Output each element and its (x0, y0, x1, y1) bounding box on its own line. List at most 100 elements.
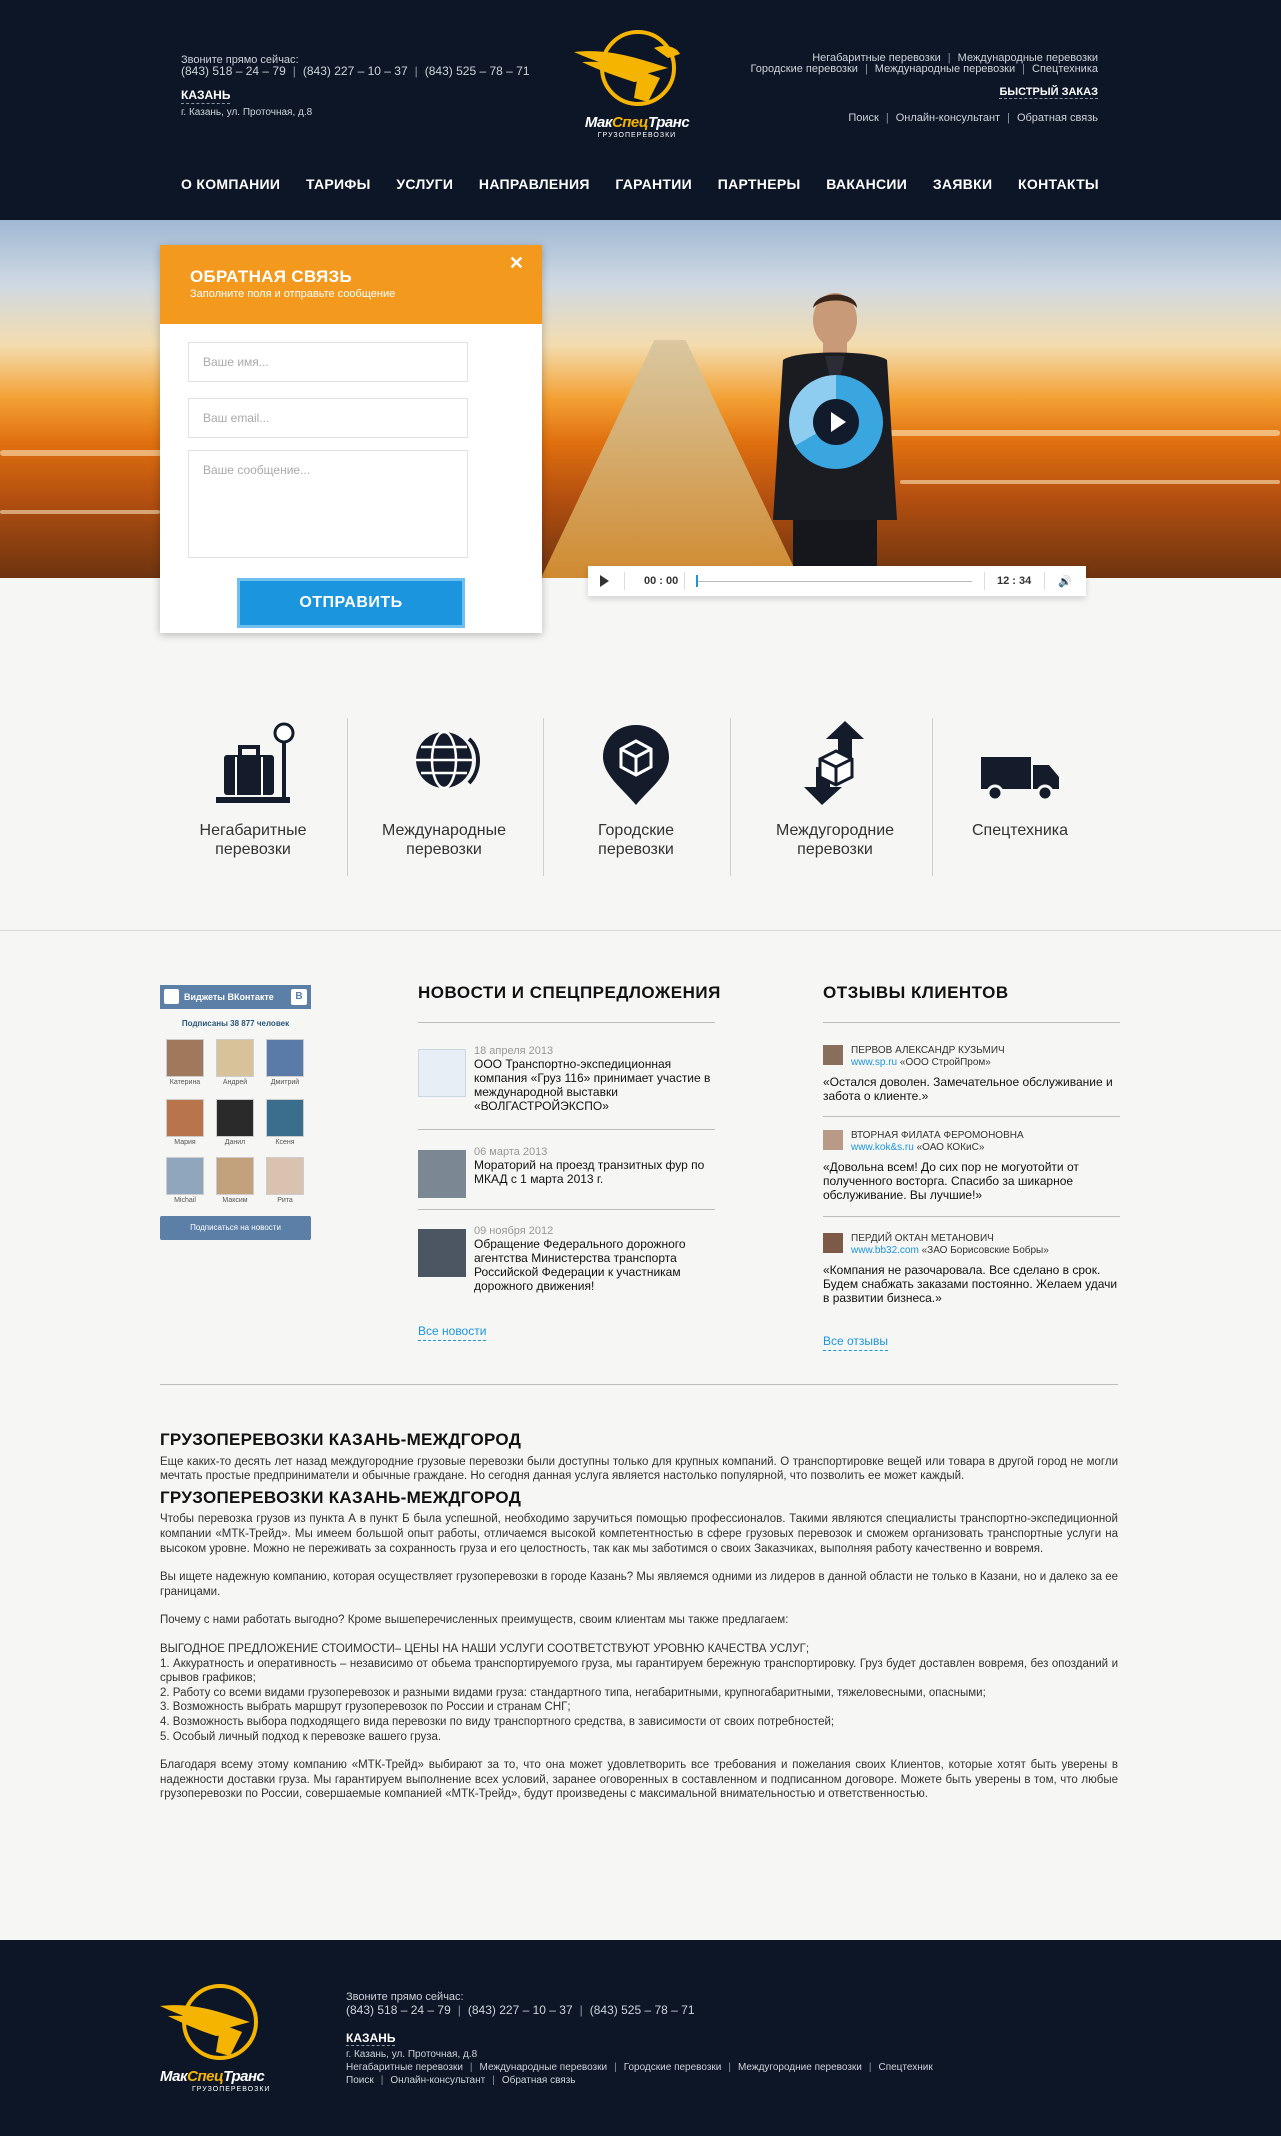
player-play-icon[interactable] (600, 575, 609, 587)
vk-subscribe-button[interactable]: Подписаться на новости (160, 1216, 311, 1240)
volume-icon[interactable]: 🔊 (1058, 575, 1072, 588)
seo-paragraph: Почему с нами работать выгодно? Кроме вы… (160, 1614, 789, 1627)
phone-3[interactable]: (843) 525 – 78 – 71 (590, 2003, 695, 2017)
vk-user[interactable]: Michail (165, 1157, 205, 1204)
news-text[interactable]: Обращение Федерального дорожного агентст… (474, 1237, 718, 1293)
quick-order-link[interactable]: БЫСТРЫЙ ЗАКАЗ (999, 86, 1098, 99)
seo-text-block: ГРУЗОПЕРЕВОЗКИ КАЗАНЬ-МЕЖДГОРОД Еще каки… (160, 1431, 1118, 1802)
reviewer-name: ВТОРНАЯ ФИЛАТА ФЕРОМОНОВНА (851, 1130, 1024, 1141)
phone-3[interactable]: (843) 525 – 78 – 71 (425, 64, 530, 78)
divider (347, 718, 348, 876)
service-international[interactable]: Международные перевозки (374, 715, 514, 875)
footer-logo[interactable]: МакСпецТранс ГРУЗОПЕРЕВОЗКИ (160, 1982, 298, 2100)
service-label: перевозки (598, 841, 674, 858)
avatar (166, 1099, 204, 1137)
service-intercity[interactable]: Междугородние перевозки (764, 715, 906, 875)
section-divider (0, 930, 1281, 931)
reviewer-site-link[interactable]: www.sp.ru (851, 1057, 897, 1068)
vk-user[interactable]: Ксеня (265, 1099, 305, 1146)
vk-user[interactable]: Мария (165, 1099, 205, 1146)
vk-user[interactable]: Максим (215, 1157, 255, 1204)
nav-requests[interactable]: ЗАЯВКИ (933, 176, 992, 192)
reviewer-site-link[interactable]: www.bb32.com (851, 1245, 919, 1256)
divider (418, 1129, 715, 1130)
review-item: ПЕРВОВ АЛЕКСАНДР КУЗЬМИЧ www.sp.ru «ООО … (823, 1045, 1121, 1105)
player-seek-track[interactable] (696, 581, 972, 582)
nav-guarantees[interactable]: ГАРАНТИИ (615, 176, 692, 192)
service-city[interactable]: Городские перевозки (566, 715, 706, 875)
city-selector[interactable]: КАЗАНЬ (181, 88, 231, 104)
nav-about[interactable]: О КОМПАНИИ (181, 176, 280, 192)
nav-partners[interactable]: ПАРТНЕРЫ (718, 176, 801, 192)
news-text[interactable]: ООО Транспортно-экспедиционная компания … (474, 1057, 718, 1113)
avatar (216, 1099, 254, 1137)
vk-user[interactable]: Данил (215, 1099, 255, 1146)
phone-2[interactable]: (843) 227 – 10 – 37 (303, 64, 408, 78)
player-seek-handle[interactable] (696, 575, 698, 587)
service-label: перевозки (406, 841, 482, 858)
send-button[interactable]: ОТПРАВИТЬ (237, 578, 465, 628)
nav-tariffs[interactable]: ТАРИФЫ (306, 176, 371, 192)
avatar (166, 1039, 204, 1077)
all-news-link[interactable]: Все новости (418, 1324, 487, 1341)
link-city[interactable]: Городские перевозки (751, 63, 858, 75)
vk-user[interactable]: Рита (265, 1157, 305, 1204)
footer-link-international[interactable]: Международные перевозки (480, 2062, 608, 2073)
vk-user[interactable]: Дмитрий (265, 1039, 305, 1086)
news-item[interactable]: 06 марта 2013 Мораторий на проезд транзи… (418, 1146, 718, 1198)
news-text[interactable]: Мораторий на проезд транзитных фур по МК… (474, 1158, 718, 1186)
phone-1[interactable]: (843) 518 – 24 – 79 (181, 64, 286, 78)
link-search[interactable]: Поиск (848, 112, 878, 124)
footer-link-feedback[interactable]: Обратная связь (502, 2075, 576, 2086)
news-thumbnail (418, 1049, 466, 1097)
feedback-form: ОБРАТНАЯ СВЯЗЬ Заполните поля и отправьт… (160, 245, 542, 633)
logo-wordmark: МакСпецТранс (584, 114, 690, 131)
email-field[interactable] (188, 398, 468, 438)
service-special-equipment[interactable]: Спецтехника (955, 715, 1085, 875)
link-international-2[interactable]: Международные перевозки (875, 63, 1015, 75)
nav-services[interactable]: УСЛУГИ (396, 176, 453, 192)
service-label: Международные (381, 822, 506, 839)
phone-2[interactable]: (843) 227 – 10 – 37 (468, 2003, 573, 2017)
footer-link-online-consultant[interactable]: Онлайн-консультант (390, 2075, 485, 2086)
avatar (166, 1157, 204, 1195)
news-item[interactable]: 18 апреля 2013 ООО Транспортно-экспедици… (418, 1045, 716, 1115)
service-oversized[interactable]: Негабаритные перевозки (186, 715, 320, 875)
footer-link-city[interactable]: Городские перевозки (624, 2062, 722, 2073)
news-item[interactable]: 09 ноября 2012 Обращение Федерального до… (418, 1225, 716, 1297)
feedback-form-header: ОБРАТНАЯ СВЯЗЬ Заполните поля и отправьт… (160, 245, 542, 324)
phone-1[interactable]: (843) 518 – 24 – 79 (346, 2003, 451, 2017)
footer-phone-list: (843) 518 – 24 – 79 | (843) 227 – 10 – 37 |… (346, 2003, 695, 2017)
nav-vacancies[interactable]: ВАКАНСИИ (826, 176, 907, 192)
name-field[interactable] (188, 342, 468, 382)
seo-list-item: 1. Аккуратность и оперативность – незави… (160, 1657, 1118, 1685)
site-footer: МакСпецТранс ГРУЗОПЕРЕВОЗКИ Звоните прям… (0, 1940, 1281, 2136)
vk-subscriber-count: Подписаны 38 877 человек (181, 1019, 290, 1028)
vk-user[interactable]: Андрей (215, 1039, 255, 1086)
footer-link-oversized[interactable]: Негабаритные перевозки (346, 2062, 463, 2073)
close-icon[interactable]: ✕ (509, 253, 524, 274)
link-special-equipment[interactable]: Спецтехника (1032, 63, 1098, 75)
seo-list-item: 2. Работу со всеми видами грузоперевозок… (160, 1686, 986, 1699)
nav-contacts[interactable]: КОНТАКТЫ (1018, 176, 1099, 192)
vk-user[interactable]: Катерина (165, 1039, 205, 1086)
reviewer-site-link[interactable]: www.kok&s.ru (851, 1142, 914, 1153)
phone-list: (843) 518 – 24 – 79 | (843) 227 – 10 – 37 |… (181, 64, 530, 78)
seo-paragraph: Вы ищете надежную компанию, которая осущ… (160, 1571, 1118, 1598)
site-logo[interactable]: МакСпецТранс ГРУЗОПЕРЕВОЗКИ (568, 28, 706, 146)
message-field[interactable] (188, 450, 468, 558)
video-play-button[interactable] (789, 375, 883, 469)
link-online-consultant[interactable]: Онлайн-консультант (896, 112, 1000, 124)
footer-link-search[interactable]: Поиск (346, 2075, 374, 2086)
footer-link-intercity[interactable]: Междугородние перевозки (738, 2062, 862, 2073)
divider (823, 1022, 1120, 1023)
footer-city[interactable]: КАЗАНЬ (346, 2031, 396, 2046)
link-feedback[interactable]: Обратная связь (1017, 112, 1098, 124)
footer-link-special[interactable]: Спецтехник (878, 2062, 932, 2073)
all-reviews-link[interactable]: Все отзывы (823, 1334, 889, 1351)
play-icon (813, 399, 859, 445)
news-thumbnail (418, 1150, 466, 1198)
nav-directions[interactable]: НАПРАВЛЕНИЯ (479, 176, 590, 192)
reviewer-company: www.bb32.com «ЗАО Борисовские Бобры» (851, 1245, 1049, 1256)
avatar (823, 1233, 843, 1253)
